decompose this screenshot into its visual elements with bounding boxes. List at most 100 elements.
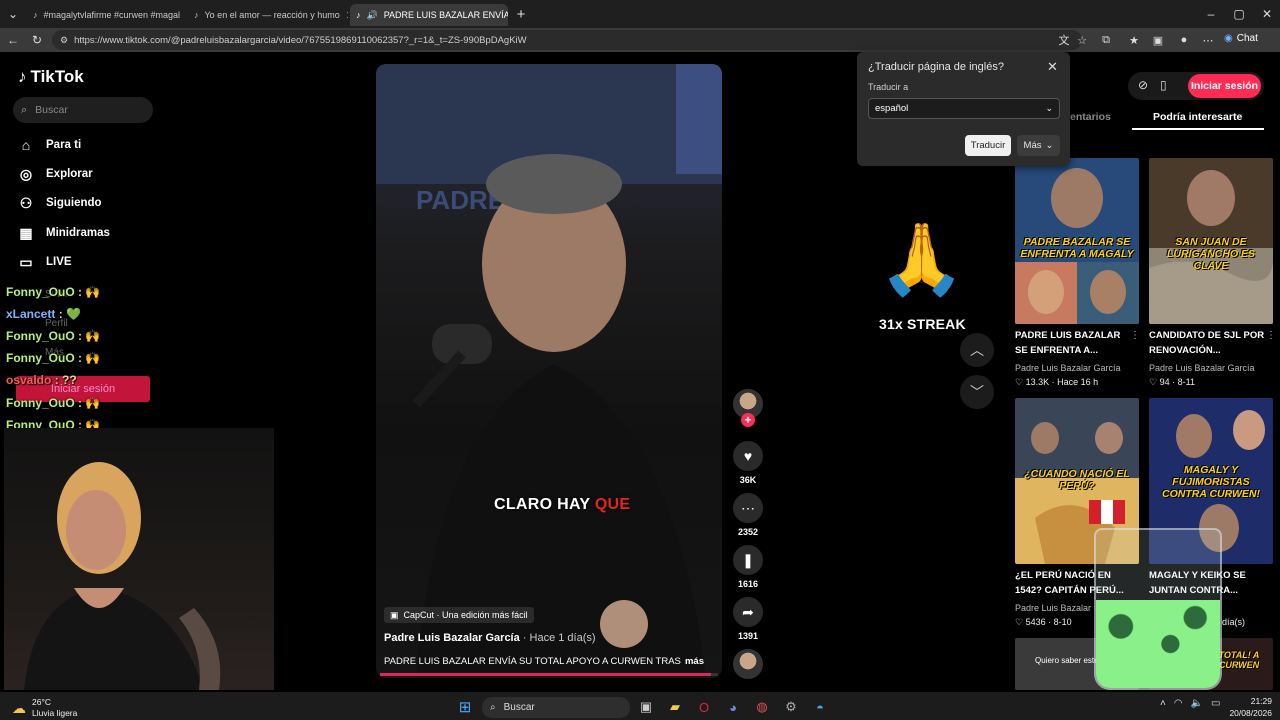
recommendation-title[interactable]: PADRE LUIS BAZALAR SE ENFRENTA A... — [1015, 328, 1135, 358]
translate-button[interactable]: Traducir — [965, 135, 1011, 156]
chevron-down-icon[interactable]: ﹀ — [960, 375, 994, 409]
site-info-icon[interactable]: ⚙ — [60, 35, 68, 46]
settings-icon[interactable]: ⚙ — [782, 698, 800, 716]
more-options-icon[interactable]: ⋮ — [1266, 330, 1276, 341]
back-icon[interactable]: ← — [4, 31, 22, 49]
recommendation-title[interactable]: CANDIDATO DE SJL POR RENOVACIÓN... — [1149, 328, 1269, 358]
heart-outline-icon: ♡ — [1149, 377, 1158, 387]
webcam-overlay — [4, 428, 274, 690]
chevron-up-icon[interactable]: ︿ — [960, 333, 994, 367]
music-avatar[interactable] — [733, 649, 763, 679]
taskbar-search[interactable]: ⌕ Buscar — [482, 697, 630, 718]
chat-username: Fonny_OuO — [6, 329, 75, 343]
sidebar-item-siguiendo[interactable]: ⚇ Siguiendo — [18, 191, 102, 215]
capcut-badge[interactable]: ▣ CapCut · Una edición más fácil — [384, 607, 534, 623]
heart-outline-icon: ♡ — [1015, 617, 1024, 627]
save-action[interactable]: ❚ 1616 — [733, 545, 763, 589]
chat-text: : 🙌 — [78, 396, 101, 410]
coin-icon[interactable]: ⊘ — [1138, 78, 1148, 92]
tab-list-icon[interactable]: ⌄ — [4, 5, 22, 23]
capcut-text: CapCut · Una edición más fácil — [403, 610, 528, 620]
browser-tab[interactable]: ♪ #magalytvlafirme #curwen #magal ✕ — [27, 4, 187, 26]
heart-icon[interactable]: ♥ — [733, 441, 763, 471]
compass-icon: ◎ — [19, 165, 33, 182]
task-view-icon[interactable]: ▣ — [637, 698, 655, 716]
video-author[interactable]: Padre Luis Bazalar García · Hace 1 día(s… — [384, 632, 596, 644]
recommendation-thumbnail[interactable]: PADRE BAZALAR SE ENFRENTA A MAGALY — [1015, 158, 1139, 324]
speaker-icon[interactable]: 🔊 — [367, 10, 378, 21]
close-icon[interactable]: ✕ — [1047, 59, 1058, 75]
minimize-icon[interactable]: – — [1202, 5, 1220, 23]
volume-icon[interactable]: 🔈 — [1191, 698, 1203, 709]
wifi-icon[interactable]: ◠ — [1174, 698, 1183, 709]
favorite-star-icon[interactable]: ☆ — [1074, 32, 1090, 48]
tiktok-logo[interactable]: ♪ TikTok — [18, 67, 84, 87]
close-icon[interactable]: ✕ — [180, 9, 187, 22]
share-icon[interactable]: ➦ — [733, 597, 763, 627]
menu-icon[interactable]: ⋯ — [1200, 32, 1216, 48]
battery-icon[interactable]: ▭ — [1211, 698, 1220, 709]
weather-widget[interactable]: ☁ 26°C Lluvia ligera — [12, 697, 77, 719]
browser-tab[interactable]: ♪ Yo en el amor — reacción y humo ✕ — [188, 4, 348, 26]
clover-jar-overlay — [1094, 528, 1222, 690]
file-explorer-icon[interactable]: ▰ — [666, 698, 684, 716]
url-field[interactable]: ⚙ https://www.tiktok.com/@padreluisbazal… — [52, 30, 1082, 50]
language-select[interactable]: español ⌄ — [868, 98, 1060, 119]
system-clock[interactable]: 21:29 20/08/2026 — [1228, 696, 1272, 720]
sidebar-item-para-ti[interactable]: ⌂ Para ti — [18, 133, 81, 157]
device-icon[interactable]: ▯ — [1160, 78, 1167, 92]
bookmark-icon[interactable]: ❚ — [733, 545, 763, 575]
sidebar-item-explorar[interactable]: ◎ Explorar — [18, 162, 93, 186]
sidebar-item-live[interactable]: ▭ LIVE — [18, 250, 71, 274]
reload-icon[interactable]: ↻ — [28, 31, 46, 49]
translate-icon[interactable]: 文 — [1056, 32, 1072, 48]
copilot-button[interactable]: ◉ Chat — [1224, 33, 1258, 44]
chat-text: : 💚 — [58, 307, 81, 321]
video-player[interactable]: PADRE — [376, 64, 722, 678]
video-progress-bar[interactable] — [380, 673, 718, 676]
extensions-icon[interactable]: ⧉ — [1098, 32, 1114, 48]
favorites-icon[interactable]: ★ — [1126, 32, 1142, 48]
follow-plus-icon[interactable]: + — [741, 413, 755, 427]
sidebar-item-minidramas[interactable]: ▦ Minidramas — [18, 221, 110, 245]
like-count: 36K — [739, 475, 757, 485]
language-value: español — [875, 103, 909, 114]
comment-action[interactable]: ⋯ 2352 — [733, 493, 763, 537]
more-options-button[interactable]: Más ⌄ — [1017, 135, 1060, 156]
close-window-icon[interactable]: ✕ — [1258, 5, 1276, 23]
capcut-icon: ▣ — [390, 609, 399, 620]
more-link[interactable]: más — [685, 656, 704, 667]
close-icon[interactable]: ✕ — [340, 9, 348, 22]
browser-tab-active[interactable]: ♪ 🔊 PADRE LUIS BAZALAR ENVÍA ✕ — [350, 4, 508, 26]
tab-comments[interactable]: entarios — [1070, 111, 1111, 123]
recommendation-author[interactable]: Padre Luis Bazalar — [1015, 603, 1091, 613]
address-bar: ← ↻ ⚙ https://www.tiktok.com/@padreluisb… — [0, 28, 1280, 52]
comment-icon[interactable]: ⋯ — [733, 493, 763, 523]
heart-outline-icon: ♡ — [1015, 377, 1024, 387]
new-tab-icon[interactable]: + — [512, 5, 530, 23]
author-name[interactable]: Padre Luis Bazalar García — [384, 632, 520, 644]
discord-icon[interactable]: ◕ — [724, 698, 742, 716]
more-options-icon[interactable]: ⋮ — [1130, 330, 1140, 341]
app-icon[interactable]: ◍ — [753, 698, 771, 716]
share-action[interactable]: ➦ 1391 — [733, 597, 763, 641]
recommendation-author[interactable]: Padre Luis Bazalar García — [1149, 363, 1255, 373]
edge-icon[interactable]: ◓ — [811, 698, 829, 716]
recommendation-author[interactable]: Padre Luis Bazalar García — [1015, 363, 1121, 373]
weather-icon: ☁ — [12, 699, 26, 716]
film-icon: ▦ — [19, 224, 33, 241]
share-count: 1391 — [737, 631, 759, 641]
maximize-icon[interactable]: ▢ — [1230, 5, 1248, 23]
tab-suggestions[interactable]: Podría interesarte — [1153, 111, 1242, 123]
chevron-up-icon[interactable]: ˄ — [1160, 698, 1166, 709]
windows-start-icon[interactable]: ⊞ — [456, 698, 474, 716]
recommendation-stats: ♡ 13.3K · Hace 16 h — [1015, 377, 1099, 387]
login-button[interactable]: Iniciar sesión — [1188, 74, 1261, 98]
profile-avatar-icon[interactable]: ● — [1176, 32, 1192, 48]
search-input[interactable]: ⌕ Buscar — [13, 97, 153, 123]
recommendation-thumbnail[interactable]: SAN JUAN DE LURIGANCHO ES CLAVE — [1149, 158, 1273, 324]
opera-icon[interactable]: O — [695, 698, 713, 716]
collections-icon[interactable]: ▣ — [1150, 32, 1166, 48]
translate-label: Traducir a — [868, 82, 909, 92]
like-action[interactable]: ♥ 36K — [733, 441, 763, 485]
